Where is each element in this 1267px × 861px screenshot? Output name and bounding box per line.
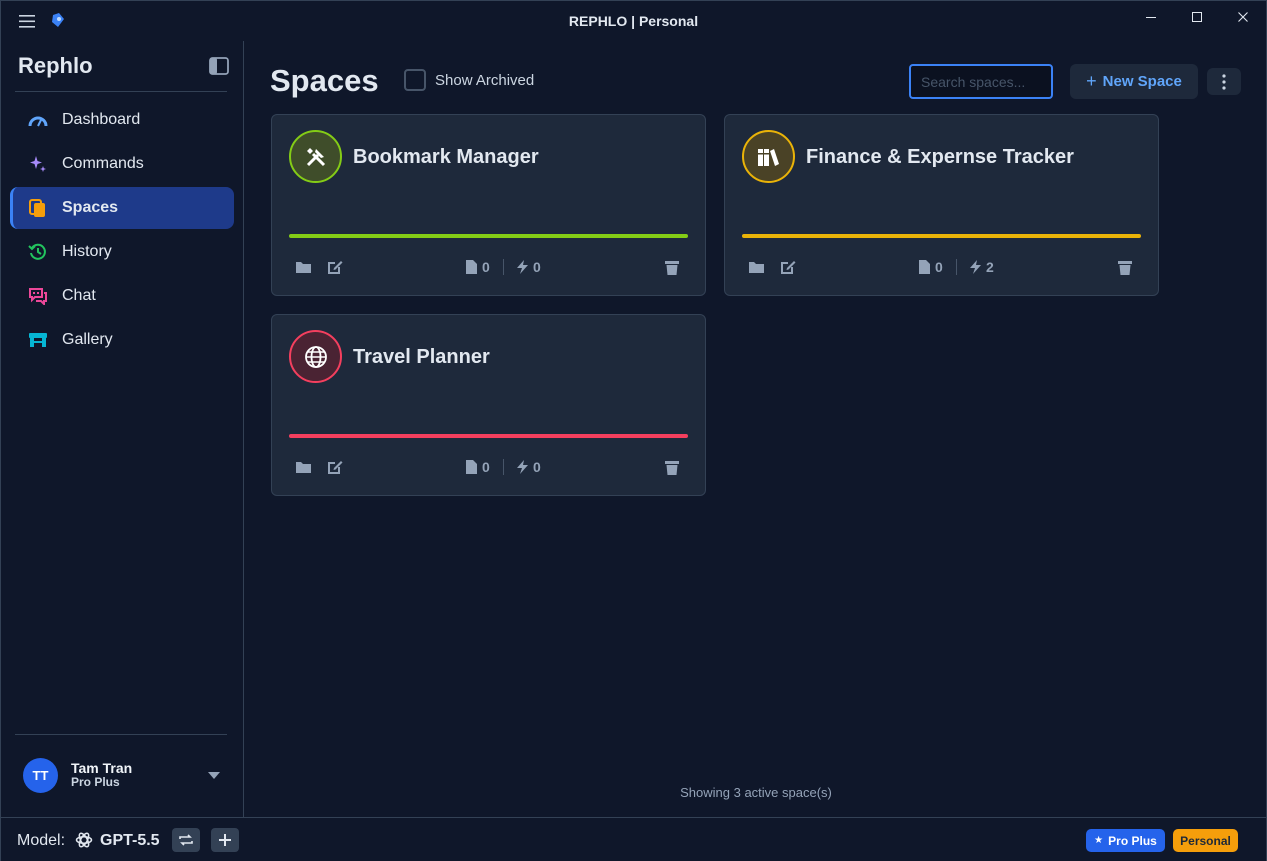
search-input[interactable]: [909, 64, 1053, 99]
sparkle-icon: [28, 154, 48, 174]
sidebar-item-gallery[interactable]: Gallery: [10, 319, 234, 361]
minimize-icon[interactable]: [1128, 1, 1174, 33]
file-icon: [466, 460, 477, 474]
gallery-icon: [28, 330, 48, 350]
switch-model-button[interactable]: [172, 828, 200, 852]
sidebar-nav: Dashboard Commands Spaces History Chat G…: [10, 99, 234, 363]
app-window: REPHLO | Personal Rephlo Dashboard Comma…: [0, 0, 1267, 861]
new-space-button[interactable]: + New Space: [1070, 64, 1198, 99]
space-color-bar: [742, 234, 1141, 238]
maximize-icon[interactable]: [1174, 1, 1220, 33]
edit-icon[interactable]: [326, 458, 344, 476]
space-color-bar: [289, 434, 688, 438]
folder-icon[interactable]: [294, 458, 312, 476]
space-title: Bookmark Manager: [353, 146, 539, 168]
openai-icon: [75, 832, 93, 848]
plus-icon: +: [1086, 71, 1097, 91]
show-archived-toggle[interactable]: Show Archived: [404, 69, 534, 91]
file-icon: [466, 260, 477, 274]
avatar: TT: [23, 757, 58, 793]
brand-name: Rephlo: [18, 53, 93, 78]
trash-icon[interactable]: [1116, 258, 1134, 276]
files-count: 0: [465, 258, 490, 276]
status-bar: Model: GPT-5.5 ★ Pro Plus Personal: [1, 817, 1266, 861]
folder-icon[interactable]: [294, 258, 312, 276]
model-label: Model:: [17, 832, 66, 849]
sidebar-item-label: History: [62, 243, 112, 260]
space-color-bar: [289, 234, 688, 238]
user-name: Tam Tran: [71, 760, 133, 776]
workspace-badge: Personal: [1173, 829, 1238, 852]
sidebar-item-chat[interactable]: Chat: [10, 275, 234, 317]
sidebar: Rephlo Dashboard Commands Spaces History…: [1, 41, 244, 817]
commands-count: 0: [516, 258, 541, 276]
stat-divider: [503, 259, 504, 275]
sidebar-item-label: Commands: [62, 155, 144, 172]
space-card-finance-tracker[interactable]: Finance & Expernse Tracker 0 2: [724, 114, 1159, 296]
chat-icon: [28, 286, 48, 306]
user-profile[interactable]: TT Tam Tran Pro Plus: [23, 757, 223, 793]
more-vertical-icon: [1222, 73, 1226, 90]
sidebar-item-commands[interactable]: Commands: [10, 143, 234, 185]
show-archived-label: Show Archived: [435, 71, 535, 89]
main-content: Spaces Show Archived + New Space Bookmar…: [245, 41, 1267, 817]
lightning-icon: [517, 260, 528, 274]
files-count: 0: [918, 258, 943, 276]
sidebar-divider: [15, 91, 227, 92]
close-icon[interactable]: [1220, 1, 1266, 33]
title-bar: REPHLO | Personal: [1, 1, 1266, 41]
sidebar-item-history[interactable]: History: [10, 231, 234, 273]
lightning-icon: [517, 460, 528, 474]
folder-icon[interactable]: [747, 258, 765, 276]
edit-icon[interactable]: [326, 258, 344, 276]
gauge-icon: [28, 110, 48, 130]
star-icon: ★: [1094, 835, 1104, 846]
file-icon: [919, 260, 930, 274]
sidebar-item-label: Spaces: [62, 199, 119, 216]
files-count: 0: [465, 458, 490, 476]
commands-count: 0: [516, 458, 541, 476]
sidebar-item-spaces[interactable]: Spaces: [10, 187, 234, 229]
edit-icon[interactable]: [779, 258, 797, 276]
lightning-icon: [970, 260, 981, 274]
sidebar-item-label: Dashboard: [62, 111, 141, 128]
space-title: Finance & Expernse Tracker: [806, 146, 1074, 168]
space-card-travel-planner[interactable]: Travel Planner 0 0: [271, 314, 706, 496]
model-name: GPT-5.5: [100, 832, 160, 849]
page-title: Spaces: [270, 63, 379, 98]
tools-icon: [289, 130, 342, 183]
spaces-icon: [28, 198, 48, 218]
user-plan: Pro Plus: [71, 775, 120, 789]
commands-count: 2: [969, 258, 994, 276]
history-icon: [28, 242, 48, 262]
spaces-count-text: Showing 3 active space(s): [680, 785, 832, 800]
sidebar-toggle-icon[interactable]: [208, 55, 230, 77]
new-space-label: New Space: [1102, 73, 1182, 90]
swap-icon: [179, 834, 193, 846]
show-archived-checkbox[interactable]: [404, 69, 426, 91]
books-icon: [742, 130, 795, 183]
sidebar-item-label: Chat: [62, 287, 96, 304]
sidebar-item-dashboard[interactable]: Dashboard: [10, 99, 234, 141]
add-model-button[interactable]: [211, 828, 239, 852]
window-title: REPHLO | Personal: [568, 13, 699, 29]
space-card-bookmark-manager[interactable]: Bookmark Manager 0 0: [271, 114, 706, 296]
trash-icon[interactable]: [663, 258, 681, 276]
more-options-button[interactable]: [1207, 68, 1241, 95]
chevron-down-icon[interactable]: [207, 769, 221, 781]
globe-icon: [289, 330, 342, 383]
sidebar-item-label: Gallery: [62, 331, 113, 348]
stat-divider: [956, 259, 957, 275]
space-title: Travel Planner: [353, 346, 490, 368]
sidebar-divider: [15, 734, 227, 735]
stat-divider: [503, 459, 504, 475]
plus-icon: [219, 834, 231, 846]
plan-badge: ★ Pro Plus: [1086, 829, 1165, 852]
trash-icon[interactable]: [663, 458, 681, 476]
